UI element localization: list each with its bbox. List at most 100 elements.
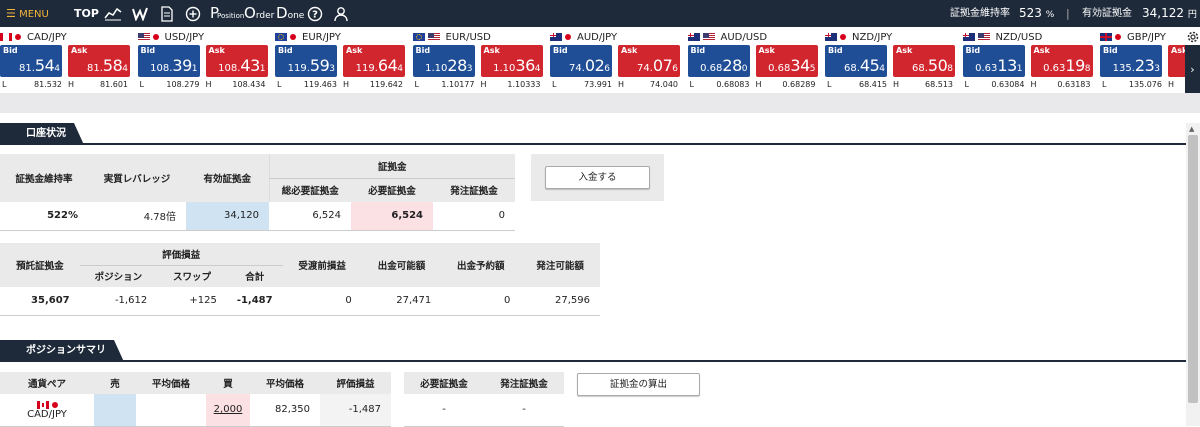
ask-label: Ask: [208, 46, 225, 55]
balance-values-row: 35,607 -1,612 +125 -1,487 0 27,471 0 27,…: [0, 287, 600, 316]
low-value: 0.68083: [716, 80, 750, 89]
high-rate: H 74.040: [616, 80, 678, 92]
high-value: 74.040: [650, 80, 678, 89]
position-icon[interactable]: PPosition: [210, 0, 246, 27]
bid-label: Bid: [553, 46, 568, 55]
vertical-scrollbar[interactable]: ▲: [1186, 123, 1200, 426]
pos-order-margin-cell: -: [484, 394, 564, 427]
ask-price-button[interactable]: Ask 74.076: [618, 45, 680, 77]
ticker-aud-usd: AUD/USD Bid 0.68280 Ask 0.68345 L 0.68083 H 0.68…: [687, 27, 822, 93]
bid-price-button[interactable]: Bid 135.233: [1100, 45, 1162, 77]
account-status-title: 口座状況: [0, 123, 84, 145]
high-label: H: [1030, 80, 1037, 89]
bid-price-part: 1: [1016, 64, 1023, 74]
ticker-pair-label: AUD/USD: [687, 30, 767, 44]
col-deposit-margin: 預託証拠金: [0, 243, 80, 287]
high-rate: H 81.601: [66, 80, 128, 92]
document-icon[interactable]: [158, 5, 176, 22]
japan-flag-icon: [565, 34, 571, 40]
bid-price-part: 119.: [287, 63, 310, 74]
ask-price-button[interactable]: Ask 108.431: [205, 45, 268, 77]
scroll-up-icon[interactable]: ▲: [1189, 125, 1194, 133]
ticker-pair-label: AUD/JPY: [550, 30, 617, 44]
position-row[interactable]: CAD/JPY 2,000 82,350 -1,487: [0, 394, 391, 427]
high-label: H: [68, 80, 75, 89]
hamburger-icon: ☰: [6, 7, 16, 20]
high-value: 119.642: [369, 80, 403, 89]
japan-flag-icon: [840, 34, 846, 40]
ask-price-part: 68.: [912, 63, 928, 74]
high-label: H: [618, 80, 625, 89]
leverage-cell: 4.78倍: [88, 202, 186, 231]
menu-button[interactable]: ☰ MENU: [6, 0, 54, 27]
bid-price-button[interactable]: Bid 0.63131: [962, 45, 1025, 77]
calc-margin-button[interactable]: 証拠金の算出: [577, 373, 700, 396]
bid-price-part: 3: [329, 64, 335, 74]
deposit-button[interactable]: 入金する: [545, 166, 650, 189]
ticker-pair-name: NZD/JPY: [852, 31, 893, 43]
eur-flag-icon: [275, 33, 287, 41]
account-status-divider: [0, 143, 1186, 145]
plus-circle-icon[interactable]: [184, 5, 202, 22]
high-value: 81.601: [100, 80, 128, 89]
ask-price-button[interactable]: Ask 81.584: [68, 45, 130, 77]
order-icon[interactable]: Order: [244, 0, 274, 27]
ask-price-button[interactable]: Ask 119.644: [343, 45, 405, 77]
buy-avg-cell: 82,350: [250, 394, 320, 427]
ask-price-button[interactable]: Ask 0.63198: [1030, 45, 1093, 77]
deposit-button-panel: 入金する: [531, 154, 664, 201]
ask-price-button[interactable]: Ask 68.508: [893, 45, 955, 77]
low-label: L: [552, 80, 557, 89]
ask-price-button[interactable]: Ask 0.68345: [755, 45, 818, 77]
chart-w-icon[interactable]: [132, 5, 150, 22]
help-icon[interactable]: ?: [306, 5, 324, 22]
ticker-next-button[interactable]: ›: [1185, 45, 1200, 93]
ticker-usd-jpy: USD/JPY Bid 108.391 Ask 108.431 L 108.279 H 108.…: [137, 27, 272, 93]
buy-amount-link[interactable]: 2,000: [214, 404, 243, 415]
bid-price-part: 4: [54, 64, 60, 74]
bid-price-button[interactable]: Bid 74.026: [550, 45, 612, 77]
low-value: 119.463: [303, 80, 337, 89]
ask-label: Ask: [71, 46, 88, 55]
user-icon[interactable]: [332, 5, 350, 22]
col-pl-group: 評価損益: [79, 243, 283, 266]
high-label: H: [480, 80, 487, 89]
bid-price-part: 135.: [1112, 63, 1135, 74]
japan-flag-icon: [1115, 34, 1121, 40]
bid-price-button[interactable]: Bid 0.68280: [687, 45, 750, 77]
low-label: L: [414, 80, 419, 89]
ask-label: Ask: [621, 46, 638, 55]
bid-label: Bid: [828, 46, 843, 55]
low-rate: L 0.63084: [963, 80, 1025, 92]
col-position: ポジション: [79, 265, 158, 287]
bid-price-button[interactable]: Bid 1.10283: [412, 45, 475, 77]
position-margin-row: - -: [404, 394, 564, 427]
japan-flag-icon: [152, 34, 159, 40]
chart-icon[interactable]: [104, 5, 122, 22]
top-link[interactable]: TOP: [74, 0, 99, 27]
bid-price-button[interactable]: Bid 119.593: [275, 45, 337, 77]
col-pos-required: 必要証拠金: [404, 372, 484, 394]
high-value: 0.68289: [782, 80, 816, 89]
low-value: 68.415: [859, 80, 887, 89]
sell-cell: [94, 394, 136, 427]
low-label: L: [827, 80, 832, 89]
japan-flag-icon: [51, 402, 58, 409]
bid-price: 119.593: [288, 56, 335, 75]
pair-flags: [0, 399, 94, 410]
ticker-nzd-jpy: NZD/JPY Bid 68.454 Ask 68.508 L 68.415 H 68.513: [825, 27, 959, 93]
ask-price-part: 1.10: [493, 63, 516, 74]
gear-icon[interactable]: [1186, 30, 1200, 44]
ticker-pair-name: USD/JPY: [164, 31, 205, 43]
bid-price-button[interactable]: Bid 81.544: [0, 45, 62, 77]
position-summary-title: ポジションサマリ: [0, 340, 124, 362]
done-icon[interactable]: Done: [276, 0, 304, 27]
bid-label: Bid: [690, 46, 706, 55]
ask-price-button[interactable]: Ask 1.10364: [480, 45, 543, 77]
scrollbar-thumb[interactable]: [1188, 135, 1198, 403]
high-rate: H 0.68289: [754, 80, 816, 92]
bid-price-button[interactable]: Bid 108.391: [137, 45, 200, 77]
total-pl-cell: -1,487: [226, 287, 283, 316]
ticker-pair-name: NZD/USD: [995, 31, 1043, 43]
bid-price-button[interactable]: Bid 68.454: [825, 45, 887, 77]
